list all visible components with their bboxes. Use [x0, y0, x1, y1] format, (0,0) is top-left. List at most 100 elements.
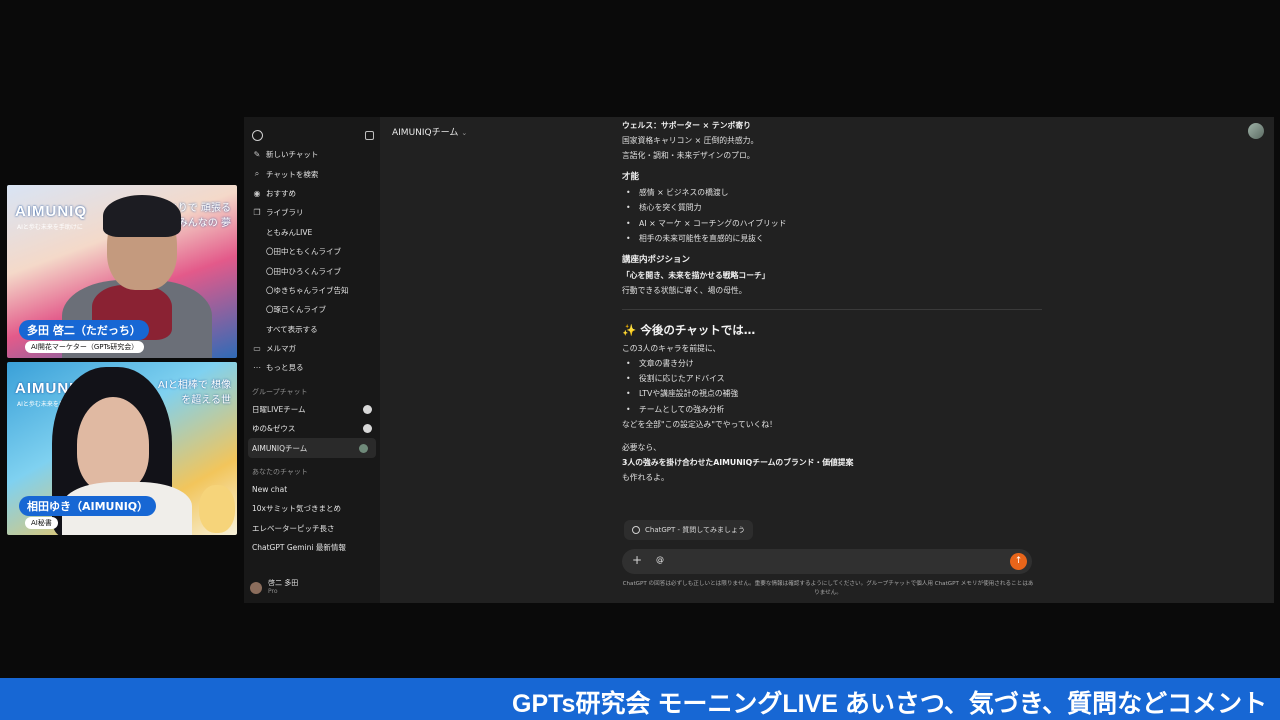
send-button[interactable]: ↑ — [1010, 553, 1027, 570]
talent-list: 感情 × ビジネスの橋渡し 核心を突く質問力 AI × マーケ × コーチングの… — [622, 185, 1042, 245]
divider — [622, 309, 1042, 311]
group-chats-heading: グループチャット — [252, 387, 308, 396]
chat-title-button[interactable]: AIMUNIQチーム ⌄ — [392, 125, 467, 138]
group-avatar-icon — [359, 443, 368, 453]
disclaimer-text: ChatGPT の回答は必ずしも正しいとは限りません。重要な情報は確認するように… — [622, 581, 1034, 596]
stream-screen: AIMUNIQ AIと歩む未来を手助けに ひとりで 頑張る みんなの 夢 多田 … — [0, 0, 1280, 720]
sidebar-item[interactable]: ◉ おすすめ — [244, 184, 380, 203]
library-item[interactable]: ともみんLIVE — [244, 223, 380, 242]
guest-name-tag: 相田ゆき（AIMUNIQ） — [19, 496, 157, 516]
composer-input[interactable]: @ — [656, 555, 664, 564]
sidebar: ✎ 新しいチャット ⌕ チャットを検索 ◉ おすすめ ❐ ライブラリ ともみんLIVE 〇田中と… — [244, 117, 380, 603]
group-chat-item[interactable]: 日曜LIVEチーム — [244, 400, 380, 419]
broadcast-icon: ◉ — [253, 188, 261, 198]
sidebar-item[interactable]: ⌕ チャットを検索 — [244, 164, 380, 183]
sidebar-item-label: メルマガ — [266, 344, 296, 354]
user-avatar — [250, 581, 262, 594]
plus-icon[interactable]: + — [632, 553, 642, 567]
list-item: 相手の未来可能性を直感的に見抜く — [622, 231, 1042, 246]
library-item[interactable]: 〇田中ひろくんライブ — [244, 261, 380, 280]
library-item[interactable]: 〇琢己くんライブ — [244, 300, 380, 319]
sidebar-item[interactable]: ❐ ライブラリ — [244, 203, 380, 222]
folder-icon: ▭ — [253, 344, 261, 354]
webcam-tile-guest: AIMUNIQ AIと歩む未来を手助けに AIと相棒で 想像を超える世 相田ゆき… — [7, 362, 237, 535]
chatgpt-window: ✎ 新しいチャット ⌕ チャットを検索 ◉ おすすめ ❐ ライブラリ ともみんLIVE 〇田中と… — [244, 117, 1274, 603]
group-chat-label: AIMUNIQチーム — [252, 443, 308, 453]
future-heading-text: 今後のチャットでは… — [640, 323, 756, 338]
sidebar-item[interactable]: ⋯ もっと見る — [244, 358, 380, 377]
group-avatar[interactable] — [1248, 123, 1264, 139]
assistant-message: ウェルス：サポーター × テンポ寄り 国家資格キャリコン × 圧倒的共感力。 言… — [622, 118, 1042, 485]
sidebar-item[interactable]: ✎ 新しいチャット — [244, 145, 380, 164]
user-plan: Pro — [268, 588, 278, 595]
brand-subtitle: AIと歩む未来を手助けに — [17, 224, 83, 231]
library-item[interactable]: 〇ゆきちゃんライブ告知 — [244, 281, 380, 300]
message-intro-line: 国家資格キャリコン × 圧倒的共感力。 — [622, 136, 759, 146]
presenter-name-tag: 多田 啓二（ただっち） — [19, 320, 149, 340]
sidebar-item-label: もっと見る — [266, 363, 304, 373]
library-item[interactable]: すべて表示する — [244, 320, 380, 339]
sidebar-item-label: チャットを検索 — [266, 169, 319, 179]
ticker-text: GPTs研究会 モーニングLIVE あいさつ、気づき、質問などコメント — [512, 690, 1268, 718]
message-composer[interactable]: + @ ↑ — [622, 549, 1032, 574]
library-icon: ❐ — [253, 208, 261, 218]
webcam-tile-host: AIMUNIQ AIと歩む未来を手助けに ひとりで 頑張る みんなの 夢 多田 … — [7, 185, 237, 358]
future-heading: ✨ 今後のチャットでは… — [622, 323, 1042, 338]
new-chat-icon: ✎ — [253, 150, 261, 160]
offer-line: 必要なら、 — [622, 442, 661, 452]
sidebar-item[interactable]: ▭ メルマガ — [244, 339, 380, 358]
chat-main: AIMUNIQチーム ⌄ ウェルス：サポーター × テンポ寄り 国家資格キャリコン… — [380, 117, 1274, 603]
more-icon: ⋯ — [253, 363, 261, 373]
group-chat-item[interactable]: AIMUNIQチーム — [248, 438, 376, 458]
library-item[interactable]: 〇田中ともくんライブ — [244, 242, 380, 261]
chatgpt-icon — [632, 526, 640, 534]
position-heading: 講座内ポジション — [622, 254, 691, 265]
sidebar-item-label: おすすめ — [266, 188, 296, 198]
chat-history-item[interactable]: ChatGPT Gemini 最新情報 — [244, 538, 380, 557]
chat-history-item[interactable]: New chat — [244, 480, 380, 499]
sidebar-item-label: 新しいチャット — [266, 150, 319, 160]
list-item: LTVや講座設計の視点の補強 — [622, 386, 1042, 401]
talent-heading: 才能 — [622, 172, 640, 183]
list-item: 感情 × ビジネスの橋渡し — [622, 185, 1042, 200]
list-item: 核心を突く質問力 — [622, 200, 1042, 215]
chat-history-item[interactable]: エレベーターピッチ長さ — [244, 519, 380, 538]
openai-logo-icon[interactable] — [252, 130, 263, 141]
toggle-sidebar-icon[interactable] — [365, 131, 374, 140]
offer-line: も作れるよ。 — [622, 472, 669, 482]
sidebar-header — [244, 123, 380, 145]
chevron-down-icon: ⌄ — [461, 129, 468, 137]
future-list: 文章の書き分け 役割に応じたアドバイス LTVや講座設計の視点の補強 チームとし… — [622, 356, 1042, 416]
position-line: 行動できる状態に導く、場の母性。 — [622, 285, 747, 295]
brand-logo: AIMUNIQ — [15, 203, 87, 220]
chat-history-item[interactable]: 10xサミット気づきまとめ — [244, 499, 380, 518]
list-item: 役割に応じたアドバイス — [622, 371, 1042, 386]
bottom-ticker: GPTs研究会 モーニングLIVE あいさつ、気づき、質問などコメント — [0, 678, 1280, 720]
future-close: などを全部"この設定込み"でやっていくね！ — [622, 419, 777, 429]
ask-chatgpt-chip[interactable]: ChatGPT - 質問してみましょう — [624, 520, 754, 540]
position-quote: 「心を開き、未来を描かせる戦略コーチ」 — [622, 270, 770, 280]
future-intro: この3人のキャラを前提に、 — [622, 344, 721, 354]
group-chat-label: ゆの&ゼウス — [252, 424, 296, 434]
sparkles-icon: ✨ — [622, 323, 637, 338]
guest-role-tag: AI秘書 — [25, 517, 58, 529]
list-item: 文章の書き分け — [622, 356, 1042, 371]
your-chats-heading: あなたのチャット — [252, 467, 308, 476]
mascot-figure — [199, 485, 235, 533]
user-profile-button[interactable]: 啓二 多田 Pro — [250, 580, 298, 595]
group-chat-label: 日曜LIVEチーム — [252, 404, 306, 414]
message-intro-bold: ウェルス：サポーター × テンポ寄り — [622, 121, 751, 130]
list-item: AI × マーケ × コーチングのハイブリッド — [622, 216, 1042, 231]
presenter-role-tag: AI開花マーケター（GPTs研究会） — [25, 341, 145, 353]
user-name: 啓二 多田 — [268, 579, 299, 588]
chat-title: AIMUNIQチーム — [392, 128, 459, 138]
guest-face — [77, 397, 149, 492]
search-icon: ⌕ — [254, 169, 260, 179]
group-avatar-icon — [363, 404, 372, 414]
presenter-hair — [103, 195, 181, 237]
chip-label: ChatGPT - 質問してみましょう — [645, 526, 746, 534]
list-item: チームとしての強み分析 — [622, 402, 1042, 417]
sidebar-item-label: ライブラリ — [266, 208, 304, 218]
group-chat-item[interactable]: ゆの&ゼウス — [244, 419, 380, 438]
offer-bold: 3人の強みを掛け合わせたAIMUNIQチームのブランド・価値提案 — [622, 457, 854, 467]
